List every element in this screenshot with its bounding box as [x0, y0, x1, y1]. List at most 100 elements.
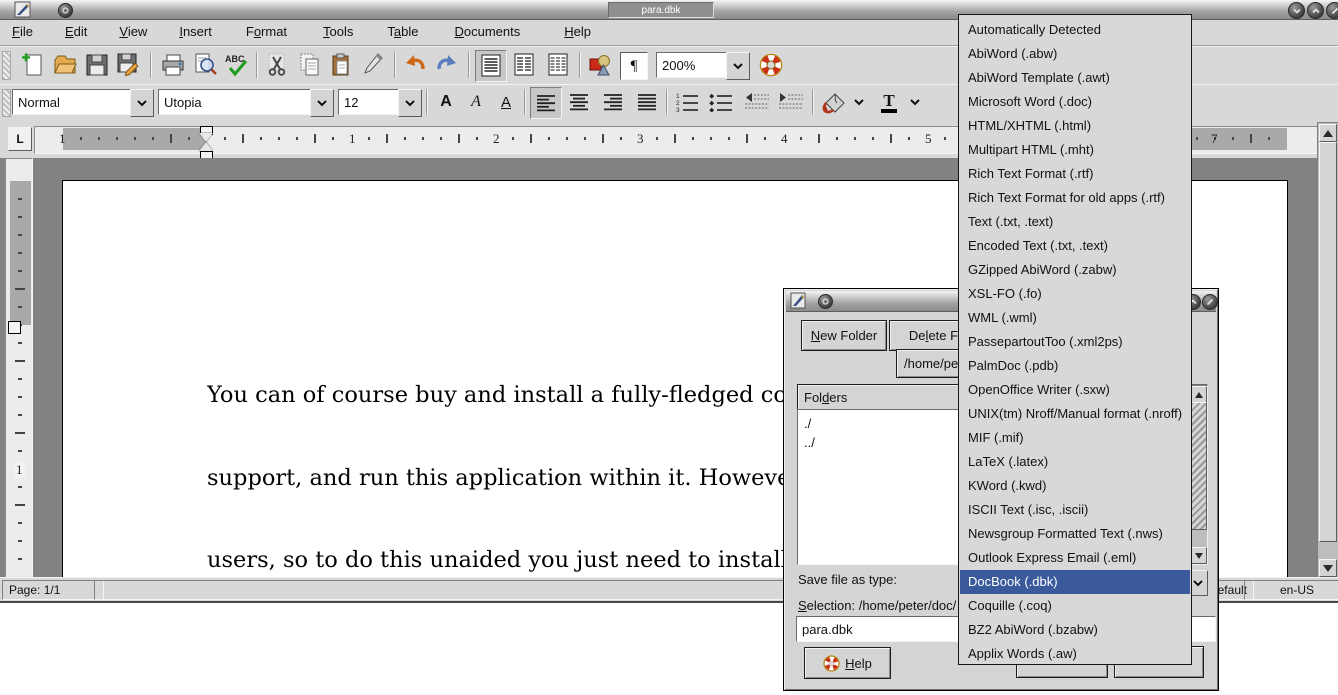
file-type-option[interactable]: Multipart HTML (.mht) — [960, 138, 1190, 162]
dialog-close-button[interactable] — [1202, 294, 1218, 310]
file-type-option[interactable]: PalmDoc (.pdb) — [960, 354, 1190, 378]
vertical-ruler[interactable]: 1 — [5, 158, 33, 577]
redo-button[interactable] — [432, 50, 462, 80]
document-vscrollbar[interactable] — [1317, 122, 1338, 579]
bold-button[interactable]: A — [432, 87, 460, 117]
files-scrollbar-thumb[interactable] — [1190, 402, 1207, 530]
close-button[interactable] — [1326, 2, 1338, 19]
view-one-column-button[interactable] — [475, 50, 507, 82]
menu-documents[interactable]: Documents — [445, 21, 531, 44]
align-justify-button[interactable] — [632, 87, 662, 117]
file-type-option[interactable]: WML (.wml) — [960, 306, 1190, 330]
new-document-button[interactable] — [18, 50, 48, 80]
menu-insert[interactable]: Insert — [169, 21, 222, 44]
file-type-option[interactable]: Applix Words (.aw) — [960, 642, 1190, 665]
menu-view[interactable]: View — [109, 21, 157, 44]
indent-hourglass-top[interactable] — [199, 133, 213, 142]
file-type-option[interactable]: Outlook Express Email (.eml) — [960, 546, 1190, 570]
menu-help[interactable]: Help — [554, 21, 601, 44]
format-painter-button[interactable] — [358, 50, 388, 80]
font-combobox[interactable]: Utopia — [158, 89, 320, 115]
help-button[interactable] — [756, 50, 786, 80]
menu-file[interactable]: File — [2, 21, 43, 44]
view-two-column-button[interactable] — [509, 50, 539, 80]
files-scroll-up-button[interactable] — [1190, 386, 1207, 403]
file-type-option[interactable]: Rich Text Format (.rtf) — [960, 162, 1190, 186]
menu-tools[interactable]: Tools — [313, 21, 363, 44]
font-color-button[interactable]: T — [874, 87, 904, 117]
spellcheck-button[interactable]: ABC — [222, 50, 252, 80]
underline-button[interactable]: A — [492, 87, 520, 117]
file-type-option[interactable]: GZipped AbiWord (.zabw) — [960, 258, 1190, 282]
menu-table[interactable]: Table — [377, 21, 428, 44]
file-type-option[interactable]: ISCII Text (.isc, .iscii) — [960, 498, 1190, 522]
align-center-button[interactable] — [564, 87, 594, 117]
new-folder-button[interactable]: New Folder — [801, 320, 887, 351]
file-type-option[interactable]: HTML/XHTML (.html) — [960, 114, 1190, 138]
maximize-button[interactable] — [1307, 2, 1324, 19]
font-combobox-arrow[interactable] — [310, 89, 334, 117]
insert-graphic-button[interactable] — [586, 50, 616, 80]
open-button[interactable] — [50, 50, 80, 80]
file-type-option[interactable]: Automatically Detected — [960, 18, 1190, 42]
file-type-option[interactable]: Microsoft Word (.doc) — [960, 90, 1190, 114]
highlight-color-arrow[interactable] — [850, 91, 868, 113]
file-type-option[interactable]: KWord (.kwd) — [960, 474, 1190, 498]
shade-button[interactable] — [58, 3, 73, 18]
numbered-list-button[interactable]: 123 — [672, 87, 702, 117]
file-type-option[interactable]: Coquille (.coq) — [960, 594, 1190, 618]
show-formatting-marks-button[interactable]: ¶ — [620, 52, 648, 80]
top-margin-marker[interactable] — [8, 321, 21, 334]
file-type-option[interactable]: AbiWord Template (.awt) — [960, 66, 1190, 90]
files-scroll-down-button[interactable] — [1190, 547, 1207, 564]
scroll-down-button[interactable] — [1319, 559, 1337, 577]
undo-button[interactable] — [400, 50, 430, 80]
file-type-option[interactable]: BZ2 AbiWord (.bzabw) — [960, 618, 1190, 642]
file-type-option[interactable]: Encoded Text (.txt, .text) — [960, 234, 1190, 258]
file-type-option[interactable]: Newsgroup Formatted Text (.nws) — [960, 522, 1190, 546]
file-type-option[interactable]: PassepartoutToo (.xml2ps) — [960, 330, 1190, 354]
file-type-option[interactable]: Text (.txt, .text) — [960, 210, 1190, 234]
save-button[interactable] — [82, 50, 112, 80]
cut-button[interactable] — [262, 50, 292, 80]
vscrollbar-thumb[interactable] — [1319, 142, 1337, 542]
tab-selector-button[interactable]: L — [8, 127, 32, 151]
file-type-option[interactable]: Rich Text Format for old apps (.rtf) — [960, 186, 1190, 210]
dialog-help-button[interactable]: Help — [804, 647, 891, 679]
save-as-button[interactable] — [114, 50, 144, 80]
status-language[interactable]: en-US — [1244, 580, 1338, 600]
file-type-option-selected[interactable]: DocBook (.dbk) — [960, 570, 1190, 594]
file-type-option[interactable]: LaTeX (.latex) — [960, 450, 1190, 474]
font-color-arrow[interactable] — [906, 91, 924, 113]
toolbar-drag-handle[interactable] — [2, 51, 11, 80]
print-preview-button[interactable] — [190, 50, 220, 80]
print-button[interactable] — [158, 50, 188, 80]
file-type-option[interactable]: UNIX(tm) Nroff/Manual format (.nroff) — [960, 402, 1190, 426]
style-combobox[interactable]: Normal — [12, 89, 140, 115]
file-type-option[interactable]: XSL-FO (.fo) — [960, 282, 1190, 306]
bulleted-list-button[interactable] — [706, 87, 736, 117]
increase-indent-button[interactable] — [776, 87, 806, 117]
dialog-shade-button[interactable] — [818, 294, 833, 309]
decrease-indent-button[interactable] — [742, 87, 772, 117]
toolbar-drag-handle[interactable] — [2, 89, 11, 117]
file-type-option[interactable]: OpenOffice Writer (.sxw) — [960, 378, 1190, 402]
view-three-column-button[interactable] — [543, 50, 573, 80]
zoom-combobox[interactable]: 200% — [656, 52, 736, 78]
minimize-button[interactable] — [1288, 2, 1305, 19]
italic-button[interactable]: A — [462, 87, 490, 117]
menu-edit[interactable]: Edit — [55, 21, 97, 44]
menu-format[interactable]: Format — [236, 21, 297, 44]
style-combobox-arrow[interactable] — [130, 89, 154, 117]
align-left-button[interactable] — [530, 87, 562, 119]
scroll-up-button[interactable] — [1319, 124, 1337, 142]
file-type-option[interactable]: AbiWord (.abw) — [960, 42, 1190, 66]
indent-hourglass-bottom[interactable] — [199, 142, 213, 151]
copy-button[interactable] — [294, 50, 324, 80]
paste-button[interactable] — [326, 50, 356, 80]
align-right-button[interactable] — [598, 87, 628, 117]
font-size-combobox-arrow[interactable] — [398, 89, 422, 117]
file-type-option[interactable]: MIF (.mif) — [960, 426, 1190, 450]
zoom-combobox-arrow[interactable] — [726, 52, 750, 80]
highlight-color-button[interactable] — [818, 87, 850, 117]
